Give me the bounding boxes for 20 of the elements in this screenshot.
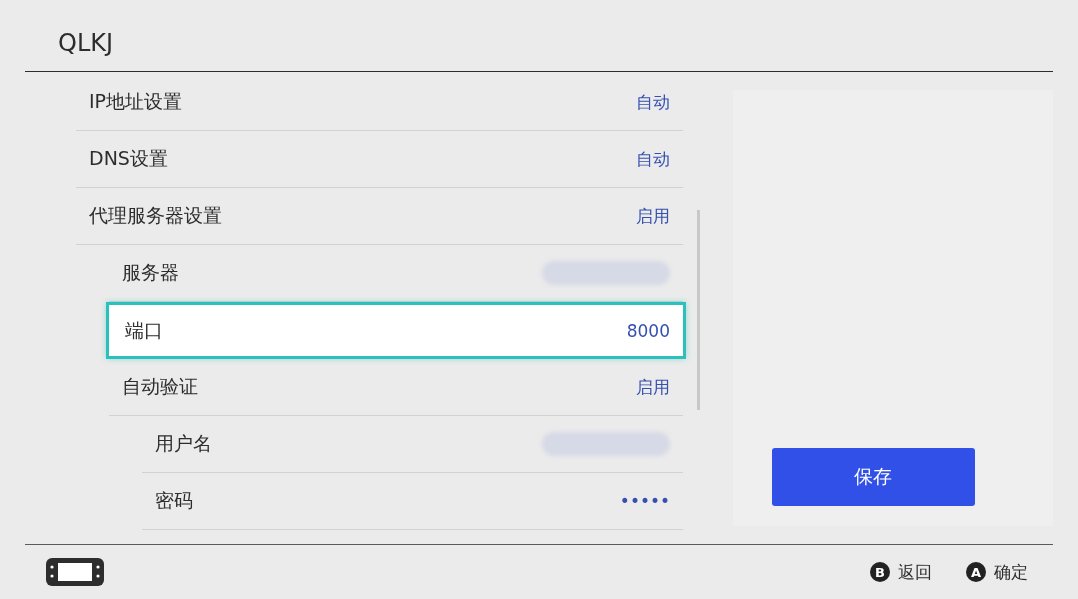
save-button[interactable]: 保存 — [771, 448, 975, 506]
game-console-icon — [46, 558, 104, 586]
action-hint: 返回 — [898, 560, 932, 584]
setting-value: 自动 — [636, 90, 670, 114]
setting-value: 启用 — [636, 204, 670, 228]
page-title: QLKJ — [58, 29, 114, 57]
setting-value: 8000 — [626, 320, 670, 341]
action-hint: 确定 — [994, 560, 1028, 584]
settings-row[interactable]: DNS设置 自动 — [76, 131, 683, 188]
controller-key-icon: B — [870, 562, 890, 582]
setting-value: ••••• — [619, 491, 670, 511]
setting-value: 自动 — [636, 147, 670, 171]
settings-row[interactable]: 自动验证 启用 — [109, 359, 683, 416]
settings-row[interactable]: 用户名 — [142, 416, 683, 473]
controller-key-icon: A — [966, 562, 986, 582]
settings-row[interactable]: IP地址设置 自动 — [76, 74, 683, 131]
settings-row[interactable]: 密码 ••••• — [142, 473, 683, 530]
setting-value: 启用 — [636, 375, 670, 399]
settings-row[interactable]: 端口 8000 — [106, 302, 686, 359]
settings-row[interactable]: 代理服务器设置 启用 — [76, 188, 683, 245]
